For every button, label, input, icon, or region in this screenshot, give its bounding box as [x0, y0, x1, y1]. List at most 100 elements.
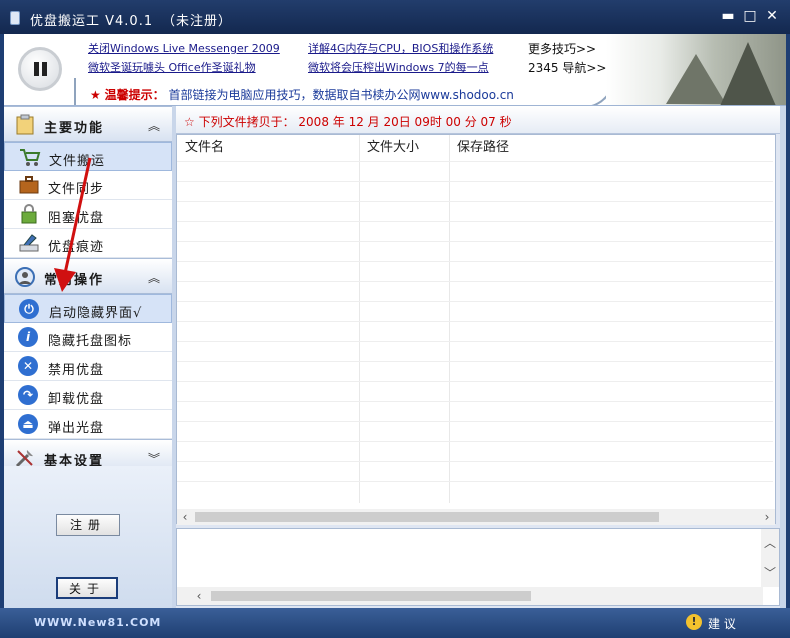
scrollbar-thumb[interactable] [211, 591, 531, 601]
tip-label: 温馨提示： [104, 88, 165, 102]
window-title: 优盘搬运工 V4.0.1 [30, 14, 154, 29]
sidebar-item-label: 阻塞优盘 [48, 211, 105, 226]
column-header-savepath[interactable]: 保存路径 [449, 135, 769, 161]
info-icon: i [18, 327, 38, 347]
eject-icon: ⏏ [18, 414, 38, 434]
row-divider [177, 161, 773, 162]
news-link-3[interactable]: 详解4G内存与CPU，BIOS和操作系统 [308, 40, 493, 56]
log-vertical-scrollbar[interactable]: ︿ ﹀ [761, 529, 779, 587]
site-watermark: WWW.New81.COM [34, 616, 162, 629]
sidebar-item-show-hidden-ui[interactable]: ⏻ 启动隐藏界面√ [4, 294, 172, 323]
news-link-4[interactable]: 微软将会压榨出Windows 7的每一点 [308, 59, 489, 75]
maximize-button[interactable]: □ [742, 8, 758, 24]
row-divider [177, 241, 773, 242]
sidebar-item-disable-usb[interactable]: ✕ 禁用优盘 [4, 352, 172, 381]
sidebar-item-label: 启动隐藏界面√ [49, 306, 143, 321]
scroll-left-icon[interactable]: ‹ [177, 509, 193, 525]
pause-icon[interactable] [18, 47, 62, 91]
sidebar-item-block-usb[interactable]: 阻塞优盘 [4, 200, 172, 229]
copy-status-bar: ☆ 下列文件拷贝于： 2008 年 12 月 20日 09时 00 分 07 秒 [176, 106, 780, 134]
sidebar-item-eject-cd[interactable]: ⏏ 弹出光盘 [4, 410, 172, 439]
log-textarea[interactable]: ︿ ﹀ ‹ [176, 528, 780, 606]
nav-2345-link[interactable]: 2345 导航>> [528, 59, 606, 76]
sidebar-item-label: 弹出光盘 [48, 421, 105, 436]
more-tips-link[interactable]: 更多技巧>> [528, 40, 596, 57]
status-footer: WWW.New81.COM ! 建 议 [0, 608, 790, 638]
row-divider [177, 201, 773, 202]
section-label: 常用操作 [44, 273, 105, 288]
section-main-functions[interactable]: 主要功能 ︽ [4, 106, 172, 142]
tip-row: ★ 温馨提示： 首部链接为电脑应用技巧，数据取自书椟办公网www.shodoo.… [90, 86, 514, 103]
suggestion-link[interactable]: 建 议 [708, 615, 736, 632]
file-table[interactable]: 文件名 文件大小 保存路径 ‹ › [176, 134, 776, 525]
news-link-1[interactable]: 关闭Windows Live Messenger 2009 [88, 40, 280, 56]
row-divider [177, 261, 773, 262]
row-divider [177, 321, 773, 322]
row-divider [177, 461, 773, 462]
log-horizontal-scrollbar[interactable]: ‹ [177, 587, 763, 605]
section-common-operations[interactable]: 常用操作 ︽ [4, 258, 172, 294]
sidebar-item-unmount-usb[interactable]: ↷ 卸载优盘 [4, 381, 172, 410]
collapse-icon[interactable]: ︽ [148, 117, 160, 134]
warning-icon: ! [686, 614, 702, 630]
sidebar-item-label: 文件搬运 [49, 154, 106, 169]
copy-time-text: 下列文件拷贝于： 2008 年 12 月 20日 09时 00 分 07 秒 [198, 115, 512, 129]
sidebar-item-usb-traces[interactable]: 优盘痕迹 [4, 229, 172, 258]
landscape-painting-image [606, 34, 786, 105]
sidebar-item-hide-tray-icon[interactable]: i 隐藏托盘图标 [4, 323, 172, 352]
power-icon: ⏻ [19, 299, 39, 319]
scroll-up-icon[interactable]: ︿ [762, 535, 778, 551]
close-button[interactable]: ✕ [764, 8, 780, 24]
expand-icon[interactable]: ︾ [148, 450, 160, 467]
news-banner: 关闭Windows Live Messenger 2009 微软圣诞玩噱头 Of… [4, 34, 786, 106]
about-button[interactable]: 关于 [56, 577, 118, 599]
scroll-right-icon[interactable]: › [759, 509, 775, 525]
section-label: 主要功能 [44, 121, 105, 136]
register-button[interactable]: 注册 [56, 514, 120, 536]
row-divider [177, 181, 773, 182]
sidebar-item-label: 文件同步 [48, 182, 105, 197]
column-header-filename[interactable]: 文件名 [177, 135, 359, 161]
row-divider [177, 381, 773, 382]
app-icon [10, 11, 20, 25]
star-icon: ★ [90, 88, 101, 102]
star-outline-icon: ☆ [184, 115, 195, 129]
scroll-left-icon[interactable]: ‹ [191, 588, 207, 604]
news-link-2[interactable]: 微软圣诞玩噱头 Office作圣诞礼物 [88, 59, 256, 75]
right-splitter[interactable] [780, 106, 786, 608]
collapse-icon[interactable]: ︽ [148, 269, 160, 286]
column-header-filesize[interactable]: 文件大小 [359, 135, 449, 161]
main-panel: ☆ 下列文件拷贝于： 2008 年 12 月 20日 09时 00 分 07 秒… [176, 106, 780, 608]
sidebar-item-label: 隐藏托盘图标 [48, 334, 133, 349]
sidebar-item-label: 优盘痕迹 [48, 240, 105, 255]
sidebar-item-file-transfer[interactable]: 文件搬运 [4, 142, 172, 171]
row-divider [177, 441, 773, 442]
redo-arrow-icon: ↷ [18, 385, 38, 405]
scroll-down-icon[interactable]: ﹀ [762, 565, 778, 581]
user-refresh-icon [15, 267, 35, 287]
cart-icon [20, 149, 41, 166]
sidebar-footer-panel: 注册 关于 [4, 466, 172, 608]
briefcase-icon [19, 176, 39, 194]
lock-icon [21, 204, 37, 224]
title-bar[interactable]: 优盘搬运工 V4.0.1 （未注册） ▬ □ ✕ [0, 0, 790, 34]
column-divider [449, 135, 450, 503]
sidebar-item-file-sync[interactable]: 文件同步 [4, 171, 172, 200]
sidebar-item-label: 卸载优盘 [48, 392, 105, 407]
scrollbar-thumb[interactable] [195, 512, 659, 522]
row-divider [177, 341, 773, 342]
sidebar-item-label: 禁用优盘 [48, 363, 105, 378]
column-divider [359, 135, 360, 503]
row-divider [177, 401, 773, 402]
row-divider [177, 361, 773, 362]
app-window: 优盘搬运工 V4.0.1 （未注册） ▬ □ ✕ 关闭Windows Live … [0, 0, 790, 638]
minimize-button[interactable]: ▬ [720, 8, 736, 24]
clipboard-icon [16, 114, 34, 135]
row-divider [177, 421, 773, 422]
sidebar: 主要功能 ︽ 文件搬运 文件同步 阻塞优盘 优盘痕迹 常用操作 ︽ ⏻ 启动隐藏… [4, 106, 172, 608]
row-divider [177, 481, 773, 482]
tip-text[interactable]: 首部链接为电脑应用技巧，数据取自书椟办公网www.shodoo.cn [168, 88, 513, 102]
registration-status: （未注册） [162, 14, 233, 29]
table-horizontal-scrollbar[interactable]: ‹ › [177, 509, 775, 525]
row-divider [177, 221, 773, 222]
